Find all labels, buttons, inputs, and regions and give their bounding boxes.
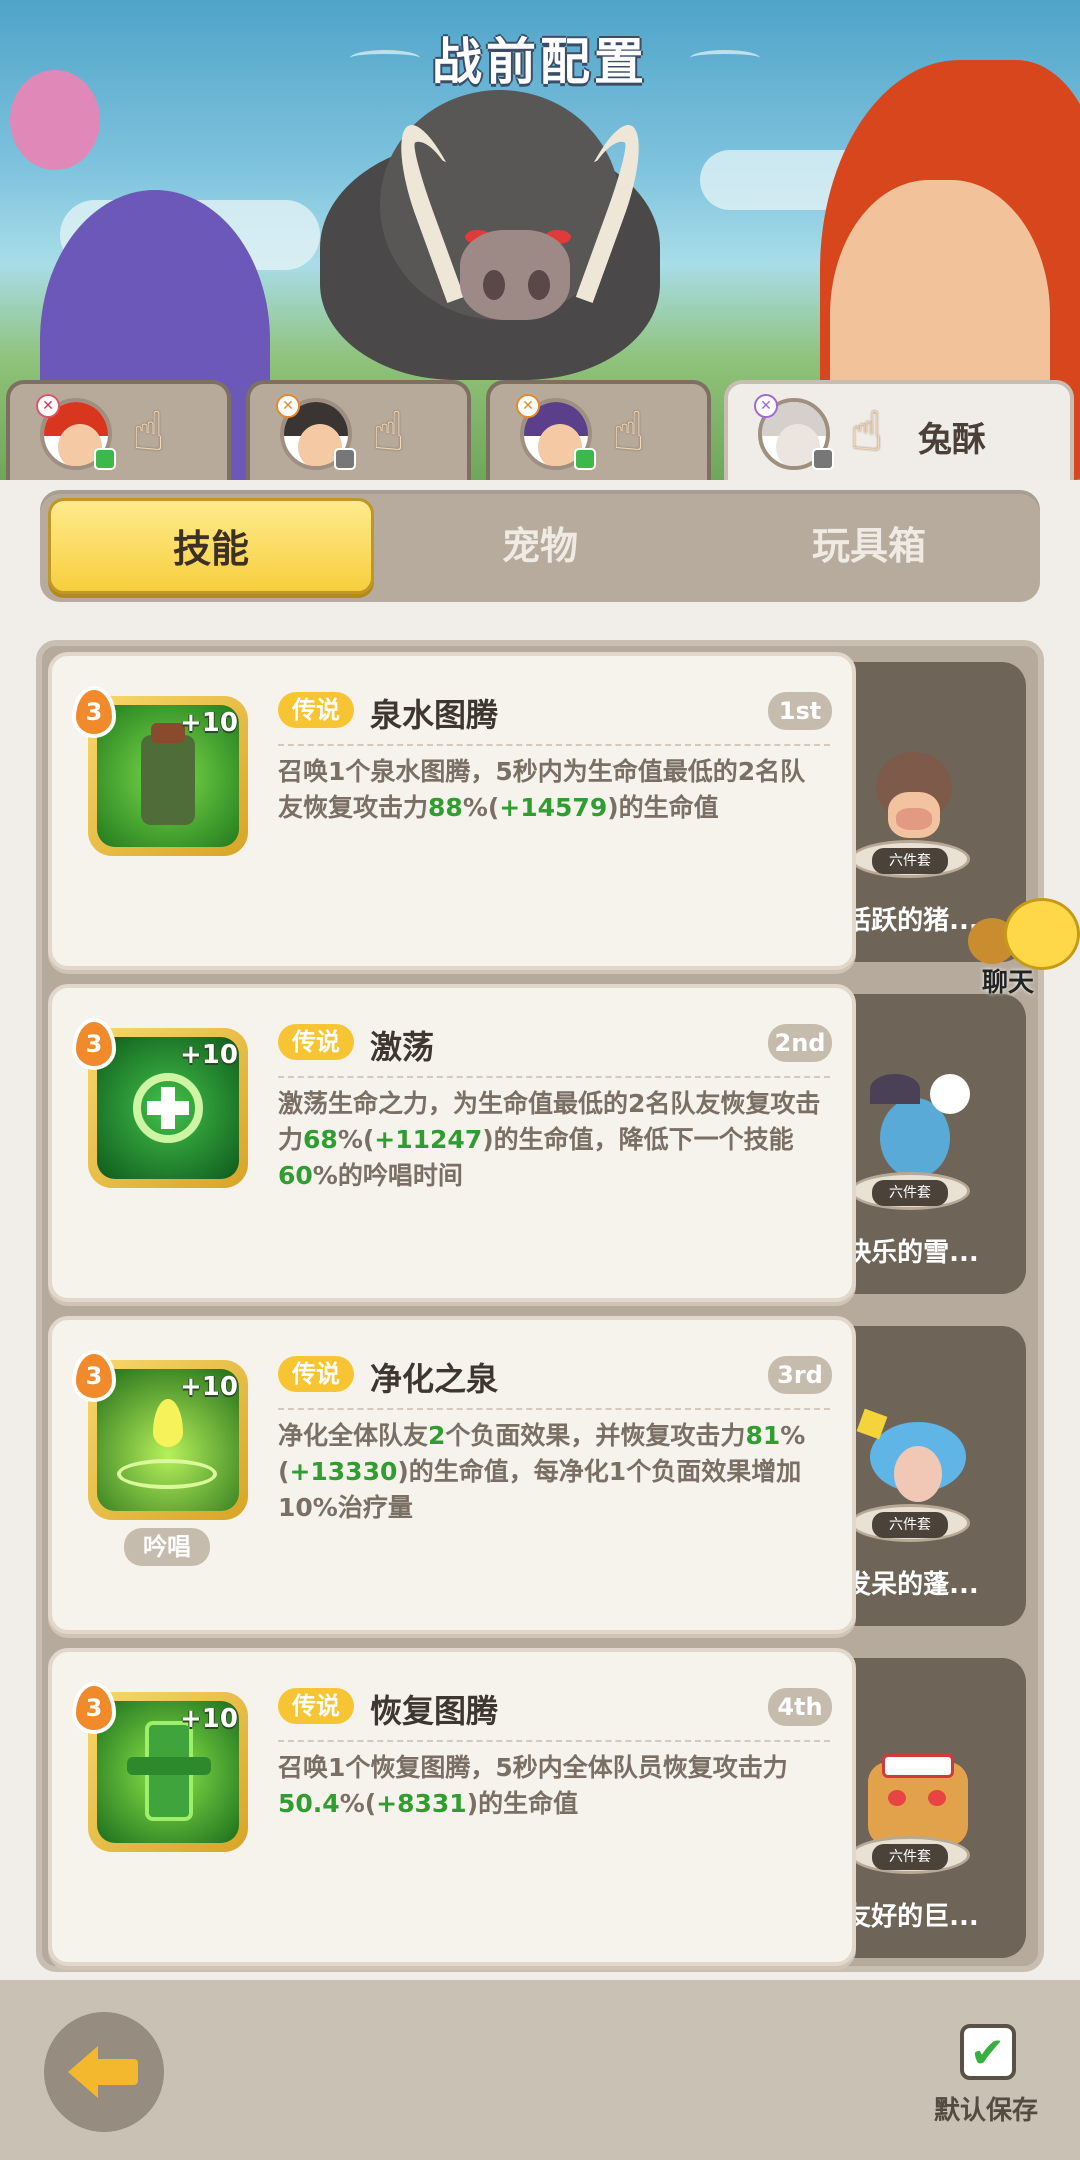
smiley-icon xyxy=(1004,898,1080,970)
tab-skills[interactable]: 技能 xyxy=(48,498,374,594)
skill-row: 六件套 活跃的猪... 3 +10 传说 泉水图腾 1st 召唤1个泉水图腾，5… xyxy=(48,652,1028,970)
hero-class-icon: ✕ xyxy=(36,394,60,418)
skill-card[interactable]: 3 +10 传说 恢复图腾 4th 召唤1个恢复图腾，5秒内全体队员恢复攻击力5… xyxy=(48,1648,856,1966)
hero-tab-1[interactable]: ✕ ☝ xyxy=(6,380,231,480)
pointing-hand-icon: ☝ xyxy=(132,400,165,463)
checkmark-icon: ✔ xyxy=(970,2028,1006,2077)
level-badge: 3 xyxy=(72,1350,116,1402)
rarity-badge: 传说 xyxy=(278,1688,354,1724)
hero-class-icon: ✕ xyxy=(276,394,300,418)
online-status-icon xyxy=(94,448,116,470)
upgrade-bonus: +10 xyxy=(180,1372,238,1402)
back-arrow-icon-tail xyxy=(94,2059,138,2085)
tab-toybox[interactable]: 玩具箱 xyxy=(706,498,1032,594)
skill-order-badge: 1st xyxy=(768,692,832,730)
skill-card[interactable]: 3 +10 传说 激荡 2nd 激荡生命之力，为生命值最低的2名队友恢复攻击力6… xyxy=(48,984,856,1302)
page-title: 战前配置 xyxy=(432,33,648,91)
upgrade-bonus: +10 xyxy=(180,1040,238,1070)
skill-name: 净化之泉 xyxy=(370,1360,499,1398)
offline-status-icon xyxy=(334,448,356,470)
skill-order-badge: 3rd xyxy=(768,1356,832,1394)
online-status-icon xyxy=(574,448,596,470)
hero-tab-3[interactable]: ✕ ☝ xyxy=(486,380,711,480)
offline-status-icon xyxy=(812,448,834,470)
level-badge: 3 xyxy=(72,1018,116,1070)
chat-button[interactable]: 聊天 xyxy=(960,892,1080,1012)
level-badge: 3 xyxy=(72,1682,116,1734)
upgrade-bonus: +10 xyxy=(180,1704,238,1734)
chant-tag: 吟唱 xyxy=(124,1528,210,1566)
set-badge: 六件套 xyxy=(872,1180,948,1206)
upgrade-bonus: +10 xyxy=(180,708,238,738)
boar-boss xyxy=(320,70,680,380)
hero-name: 兔酥 xyxy=(918,420,986,460)
hero-class-icon: ✕ xyxy=(516,394,540,418)
skill-name: 激荡 xyxy=(370,1028,435,1066)
divider xyxy=(278,1076,830,1078)
rarity-badge: 传说 xyxy=(278,1356,354,1392)
divider xyxy=(278,1408,830,1410)
back-button[interactable] xyxy=(44,2012,164,2132)
category-tab-bar: 技能 宠物 玩具箱 xyxy=(40,490,1040,602)
skill-order-badge: 2nd xyxy=(768,1024,832,1062)
skill-name: 恢复图腾 xyxy=(370,1692,499,1730)
default-save-label: 默认保存 xyxy=(934,2096,1039,2126)
set-badge: 六件套 xyxy=(872,848,948,874)
skill-name: 泉水图腾 xyxy=(370,696,499,734)
skill-description: 召唤1个恢复图腾，5秒内全体队员恢复攻击力50.4%(+8331)的生命值 xyxy=(278,1753,788,1818)
rarity-badge: 传说 xyxy=(278,692,354,728)
skill-description: 激荡生命之力，为生命值最低的2名队友恢复攻击力68%(+11247)的生命值，降… xyxy=(278,1089,821,1190)
hero-selector: ✕ ☝ ✕ ☝ ✕ ☝ ✕ ☝ 兔酥 xyxy=(0,380,1080,480)
rarity-badge: 传说 xyxy=(278,1024,354,1060)
pointing-hand-icon: ☝ xyxy=(612,400,645,463)
default-save-checkbox[interactable]: ✔ xyxy=(960,2024,1016,2080)
hero-tab-2[interactable]: ✕ ☝ xyxy=(246,380,471,480)
chat-label: 聊天 xyxy=(982,968,1035,998)
skill-description: 净化全体队友2个负面效果，并恢复攻击力81%(+13330)的生命值，每净化1个… xyxy=(278,1421,806,1522)
level-badge: 3 xyxy=(72,686,116,738)
pointing-hand-icon: ☝ xyxy=(850,400,883,463)
divider xyxy=(278,744,830,746)
skill-row: 六件套 快乐的雪... 3 +10 传说 激荡 2nd 激荡生命之力，为生命值最… xyxy=(48,984,1028,1302)
skill-card[interactable]: 3 +10 吟唱 传说 净化之泉 3rd 净化全体队友2个负面效果，并恢复攻击力… xyxy=(48,1316,856,1634)
skill-description: 召唤1个泉水图腾，5秒内为生命值最低的2名队友恢复攻击力88%(+14579)的… xyxy=(278,757,806,822)
set-badge: 六件套 xyxy=(872,1844,948,1870)
hero-class-icon: ✕ xyxy=(754,394,778,418)
tab-pets[interactable]: 宠物 xyxy=(377,498,703,594)
skill-row: 六件套 发呆的蓬... 3 +10 吟唱 传说 净化之泉 3rd 净化全体队友2… xyxy=(48,1316,1028,1634)
skill-row: 六件套 友好的巨... 3 +10 传说 恢复图腾 4th 召唤1个恢复图腾，5… xyxy=(48,1648,1028,1966)
set-badge: 六件套 xyxy=(872,1512,948,1538)
skill-card[interactable]: 3 +10 传说 泉水图腾 1st 召唤1个泉水图腾，5秒内为生命值最低的2名队… xyxy=(48,652,856,970)
divider xyxy=(278,1740,830,1742)
hero-tab-4[interactable]: ✕ ☝ 兔酥 xyxy=(724,380,1074,480)
pointing-hand-icon: ☝ xyxy=(372,400,405,463)
skill-order-badge: 4th xyxy=(768,1688,832,1726)
